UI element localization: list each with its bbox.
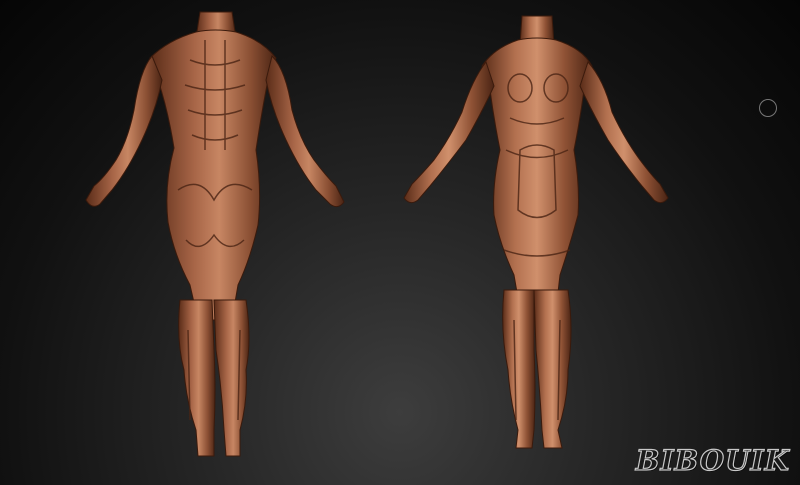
render-viewport: BIBOUIK [0,0,800,485]
front-view-figure [403,15,669,449]
watermark-signature: BIBOUIK [635,443,790,477]
circle-cursor-icon [759,99,777,117]
